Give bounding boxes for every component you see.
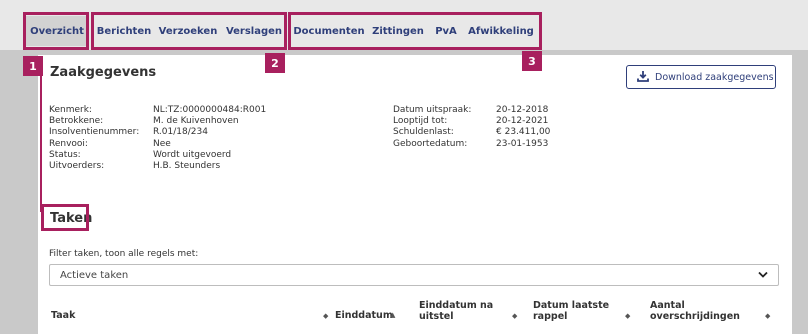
tab-pva[interactable]: PvA: [430, 16, 462, 46]
zaak-right-values: 20-12-2018 20-12-2021 € 23.411,00 23-01-…: [496, 105, 550, 150]
column-header-rappel-line1: Datum laatste: [533, 300, 610, 311]
zaak-left-values: NL:TZ:0000000484:R001 M. de Kuivenhoven …: [153, 105, 266, 172]
tab-zittingen[interactable]: Zittingen: [369, 16, 427, 46]
callout-badge-2: 2: [265, 53, 285, 73]
column-header-einddatum-na-uitstel[interactable]: Einddatum na uitstel: [419, 300, 493, 322]
download-icon: [637, 70, 649, 85]
zaakgegevens-card: Zaakgegevens Download zaakgegevens Kenme…: [38, 55, 792, 198]
callout-connector-line: [40, 76, 42, 212]
tab-verslagen[interactable]: Verslagen: [224, 16, 284, 46]
column-header-einddatum-na-uitstel-line1: Einddatum na: [419, 300, 494, 311]
label-uitvoerders: Uitvoerders:: [49, 160, 105, 171]
chevron-down-icon: [758, 271, 768, 282]
filter-select[interactable]: Actieve taken: [49, 264, 779, 286]
sort-icon[interactable]: ◆: [512, 312, 517, 320]
value-insolventienummer: R.01/18/234: [153, 127, 208, 138]
value-geboortedatum: 23-01-1953: [496, 138, 549, 149]
zaak-left-labels: Kenmerk: Betrokkene: Insolventienummer: …: [49, 105, 139, 172]
column-header-datum-laatste-rappel[interactable]: Datum laatste rappel: [533, 300, 609, 322]
column-header-overschr-line2: overschrijdingen: [650, 311, 740, 322]
tab-afwikkeling[interactable]: Afwikkeling: [465, 16, 537, 46]
tab-bar: Overzicht Berichten Verzoeken Verslagen …: [0, 0, 808, 50]
sort-icon[interactable]: ◆: [625, 312, 630, 320]
label-status: Status:: [49, 149, 81, 160]
filter-select-value: Actieve taken: [60, 269, 129, 281]
column-header-aantal-overschrijdingen[interactable]: Aantal overschrijdingen: [650, 300, 740, 322]
column-header-einddatum-na-uitstel-line2: uitstel: [419, 311, 454, 322]
value-status: Wordt uitgevoerd: [153, 149, 232, 160]
label-geboortedatum: Geboortedatum:: [393, 138, 468, 149]
label-renvooi: Renvooi:: [49, 138, 88, 149]
filter-label: Filter taken, toon alle regels met:: [49, 249, 199, 259]
tab-documenten[interactable]: Documenten: [293, 16, 365, 46]
label-insolventienummer: Insolventienummer:: [49, 127, 140, 138]
download-label: Download zaakgegevens: [655, 71, 774, 83]
label-looptijd: Looptijd tot:: [393, 116, 448, 127]
label-datum-uitspraak: Datum uitspraak:: [393, 105, 472, 115]
value-betrokkene: M. de Kuivenhoven: [153, 116, 239, 127]
sort-asc-icon[interactable]: ▲: [390, 311, 395, 319]
tab-verzoeken[interactable]: Verzoeken: [158, 16, 218, 46]
zaakgegevens-title: Zaakgegevens: [50, 65, 157, 80]
value-renvooi: Nee: [153, 138, 171, 149]
column-header-einddatum[interactable]: Einddatum: [335, 310, 393, 321]
label-betrokkene: Betrokkene:: [49, 116, 104, 127]
value-looptijd: 20-12-2021: [496, 116, 549, 127]
tab-berichten[interactable]: Berichten: [95, 16, 153, 46]
column-header-rappel-line2: rappel: [533, 311, 568, 322]
value-uitvoerders: H.B. Steunders: [153, 160, 221, 171]
label-kenmerk: Kenmerk:: [49, 105, 92, 115]
zaak-right-labels: Datum uitspraak: Looptijd tot: Schuldenl…: [393, 105, 471, 150]
value-schuldenlast: € 23.411,00: [496, 127, 551, 138]
callout-badge-3: 3: [522, 51, 542, 71]
taken-card: Taken Filter taken, toon alle regels met…: [38, 198, 792, 334]
value-kenmerk: NL:TZ:0000000484:R001: [153, 105, 267, 115]
tab-overzicht[interactable]: Overzicht: [25, 16, 89, 46]
label-schuldenlast: Schuldenlast:: [393, 127, 454, 138]
value-datum-uitspraak: 20-12-2018: [496, 105, 549, 115]
callout-badge-1: 1: [23, 56, 43, 76]
sort-icon[interactable]: ◆: [323, 312, 328, 320]
column-header-taak[interactable]: Taak: [51, 310, 75, 321]
taken-title: Taken: [50, 211, 93, 226]
download-zaakgegevens-button[interactable]: Download zaakgegevens: [626, 65, 776, 89]
sort-icon[interactable]: ◆: [765, 312, 770, 320]
column-header-overschr-line1: Aantal: [650, 300, 685, 311]
